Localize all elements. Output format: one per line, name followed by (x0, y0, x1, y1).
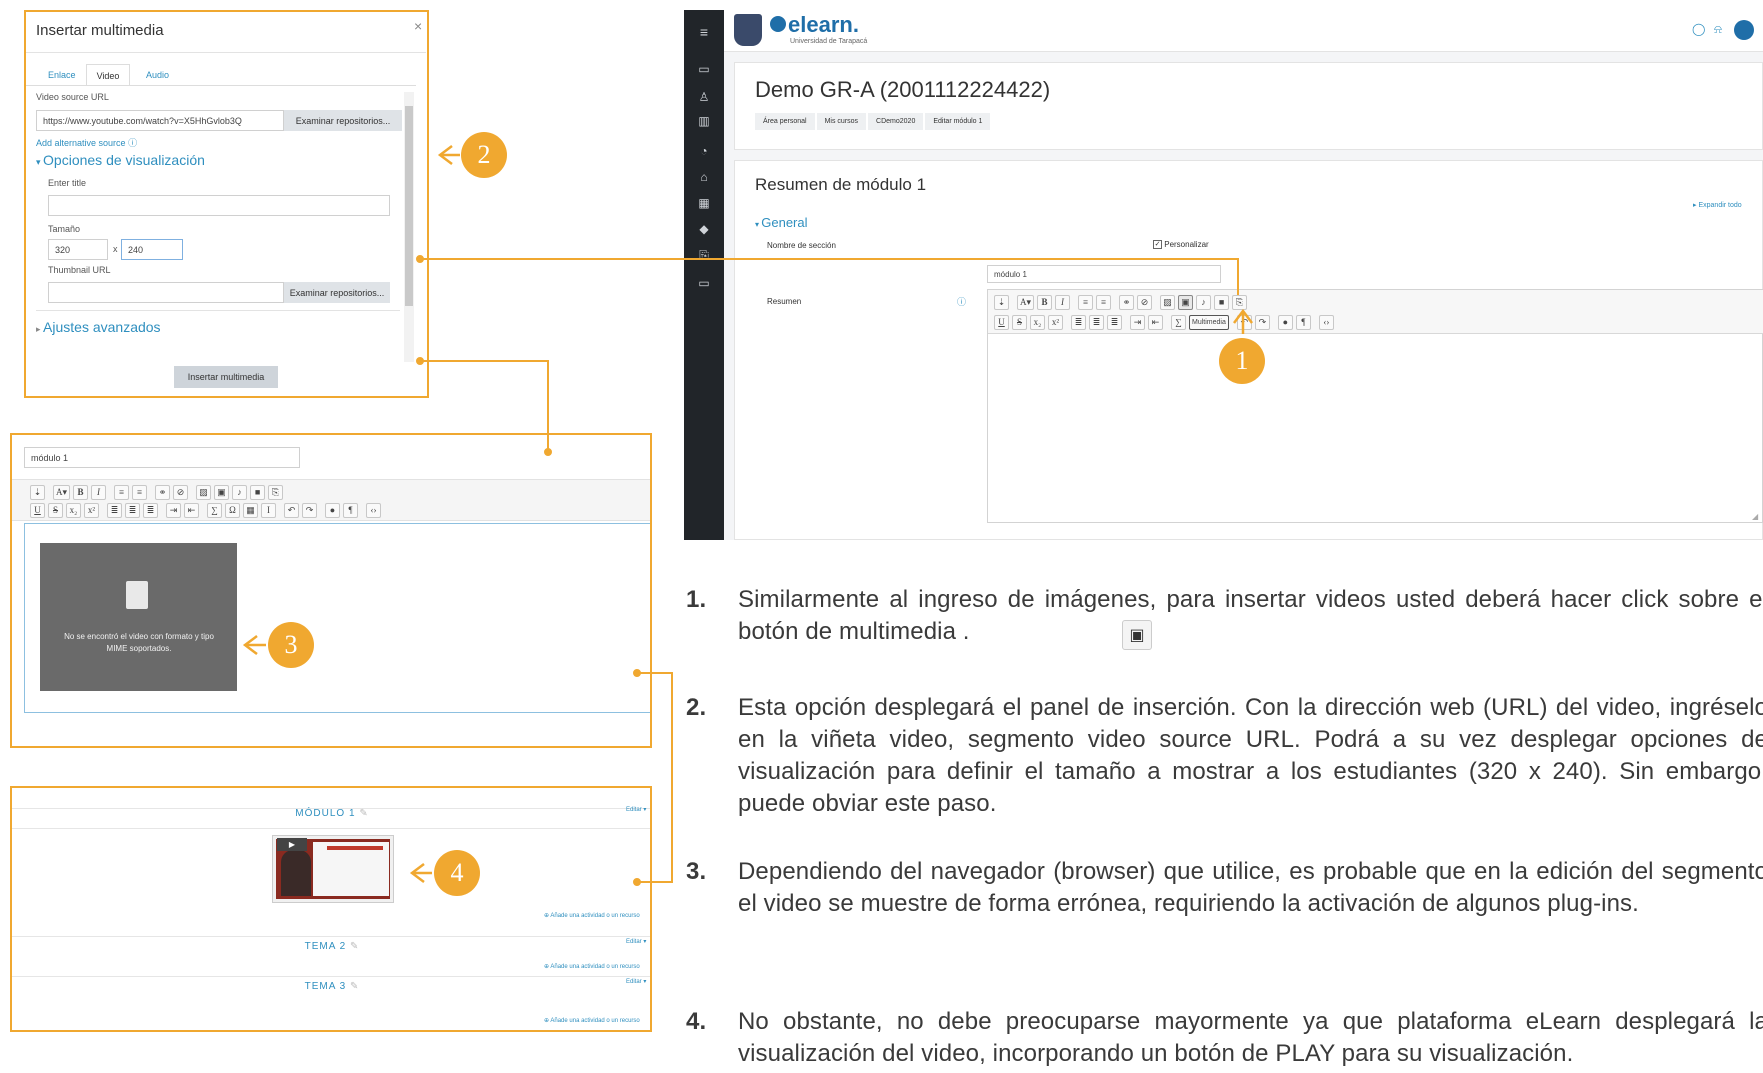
callout-4: 4 (434, 850, 480, 896)
callout-2: 2 (461, 132, 507, 178)
instruction-2: 2. Esta opción desplegará el panel de in… (686, 692, 1763, 822)
instruction-text: No obstante, no debe preocuparse mayorme… (738, 1008, 1763, 1067)
instruction-text: Esta opción desplegará el panel de inser… (738, 694, 1763, 817)
instruction-3: 3. Dependiendo del navegador (browser) q… (686, 856, 1763, 956)
instruction-number: 2. (686, 694, 707, 721)
instruction-number: 4. (686, 1008, 707, 1035)
callout-1: 1 (1219, 338, 1265, 384)
multimedia-button-icon: ▣ (1122, 620, 1152, 650)
instruction-text: Similarmente al ingreso de imágenes, par… (738, 586, 1763, 645)
instruction-1: 1. Similarmente al ingreso de imágenes, … (686, 584, 1763, 654)
instruction-text: Dependiendo del navegador (browser) que … (738, 858, 1763, 917)
callout-3: 3 (268, 622, 314, 668)
instruction-number: 3. (686, 858, 707, 885)
instruction-4: 4. No obstante, no debe preocuparse mayo… (686, 1006, 1763, 1072)
instruction-number: 1. (686, 586, 707, 613)
